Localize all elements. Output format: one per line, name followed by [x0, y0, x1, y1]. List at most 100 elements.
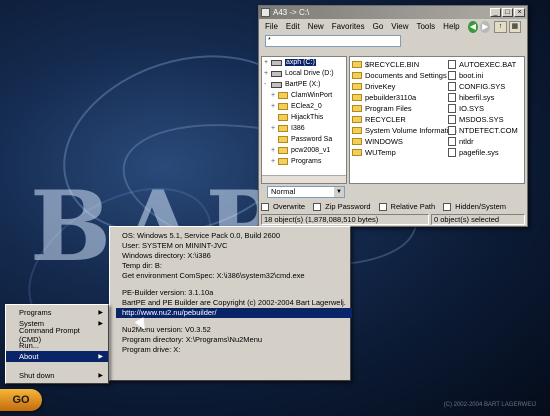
checkbox-label: Hidden/System: [455, 202, 506, 211]
view-mode-select[interactable]: Normal ▼: [267, 186, 345, 198]
program-directory: Program directory: X:\Programs\Nu2Menu: [122, 335, 263, 344]
menu-favorites[interactable]: Favorites: [332, 22, 365, 31]
list-item[interactable]: WINDOWS: [350, 136, 446, 147]
menu-view[interactable]: View: [391, 22, 408, 31]
folder-icon: [278, 158, 288, 165]
expand-icon[interactable]: +: [271, 103, 278, 110]
expand-icon[interactable]: +: [271, 158, 278, 165]
folder-icon: [352, 83, 362, 90]
close-button[interactable]: ×: [514, 8, 525, 17]
maximize-button[interactable]: □: [502, 8, 513, 17]
collapse-icon[interactable]: -: [264, 81, 271, 88]
checkbox-label: Zip Password: [325, 202, 371, 211]
checkbox-box[interactable]: [378, 202, 387, 211]
window-title: A43 -> C:\: [273, 8, 310, 17]
status-object-count: 18 object(s) (1,878,088,510 bytes): [261, 214, 429, 225]
address-input[interactable]: *: [265, 35, 401, 47]
tree-item[interactable]: + I386: [262, 123, 346, 134]
list-item-label: Program Files: [365, 104, 412, 113]
pebuilder-version: PE-Builder version: 3.1.10a: [122, 288, 214, 297]
folder-icon: [278, 114, 288, 121]
list-item[interactable]: RECYCLER: [350, 114, 446, 125]
checkbox-box[interactable]: [443, 202, 452, 211]
list-item[interactable]: $RECYCLE.BIN: [350, 59, 446, 70]
up-folder-icon[interactable]: ↑: [494, 20, 507, 33]
checkbox-box[interactable]: [313, 202, 322, 211]
tree-item[interactable]: + axph (C:): [262, 57, 346, 68]
list-item[interactable]: hiberfil.sys: [446, 92, 522, 103]
menu-go[interactable]: Go: [373, 22, 384, 31]
menu-separator: [6, 362, 108, 370]
tree-horizontal-scrollbar[interactable]: [262, 175, 346, 183]
pebuilder-url-link[interactable]: http://www.nu2.nu/pebuilder/: [116, 308, 352, 318]
address-row: *: [259, 34, 527, 49]
list-item[interactable]: AUTOEXEC.BAT: [446, 59, 522, 70]
menu-tools[interactable]: Tools: [416, 22, 435, 31]
list-item[interactable]: pagefile.sys: [446, 147, 522, 158]
list-item[interactable]: DriveKey: [350, 81, 446, 92]
list-item[interactable]: WUTemp: [350, 147, 446, 158]
list-item[interactable]: pebuilder3110a: [350, 92, 446, 103]
list-item-label: pebuilder3110a: [365, 93, 417, 102]
tree-item[interactable]: - BartPE (X:): [262, 79, 346, 90]
list-item[interactable]: NTDETECT.COM: [446, 125, 522, 136]
tree-item[interactable]: + ClamWinPort: [262, 90, 346, 101]
drive-icon: [271, 59, 282, 66]
expand-icon[interactable]: +: [264, 59, 271, 66]
file-icon: [448, 93, 456, 102]
overwrite-checkbox[interactable]: Overwrite: [261, 202, 305, 211]
zip-password-checkbox[interactable]: Zip Password: [313, 202, 371, 211]
back-arrow-icon[interactable]: ◀: [467, 20, 478, 33]
expand-icon[interactable]: +: [271, 147, 278, 154]
chevron-down-icon[interactable]: ▼: [334, 187, 344, 197]
list-item[interactable]: CONFIG.SYS: [446, 81, 522, 92]
checkbox-box[interactable]: [261, 202, 269, 211]
tree-item[interactable]: + pcw2008_v1: [262, 145, 346, 156]
expand-icon[interactable]: +: [271, 125, 278, 132]
expand-icon[interactable]: +: [264, 70, 271, 77]
menu-edit[interactable]: Edit: [286, 22, 300, 31]
explorer-window: A43 -> C:\ _ □ × File Edit New Favorites…: [258, 5, 528, 227]
menu-item-run[interactable]: Run...: [6, 340, 108, 351]
file-icon: [448, 137, 456, 146]
copyright-text: BartPE and PE Builder are Copyright (c) …: [122, 298, 346, 307]
menu-item-label: Run...: [19, 341, 40, 350]
list-item-label: MSDOS.SYS: [459, 115, 504, 124]
menu-new[interactable]: New: [308, 22, 324, 31]
tree-item[interactable]: HijackThis: [262, 112, 346, 123]
menu-item-programs[interactable]: Programs ▶: [6, 307, 108, 318]
menu-item-command-prompt[interactable]: Command Prompt (CMD): [6, 326, 108, 344]
minimize-button[interactable]: _: [490, 8, 501, 17]
views-icon[interactable]: ▦: [508, 20, 521, 33]
list-item[interactable]: boot.ini: [446, 70, 522, 81]
checkbox-label: Overwrite: [273, 202, 306, 211]
menu-file[interactable]: File: [265, 22, 278, 31]
go-start-button[interactable]: GO: [0, 389, 42, 411]
program-drive: Program drive: X:: [122, 345, 181, 354]
folder-icon: [352, 61, 362, 68]
list-item[interactable]: IO.SYS: [446, 103, 522, 114]
menu-help[interactable]: Help: [443, 22, 459, 31]
list-item[interactable]: Program Files: [350, 103, 446, 114]
tree-item[interactable]: + Local Drive (D:): [262, 68, 346, 79]
file-icon: [448, 126, 456, 135]
menu-item-shutdown[interactable]: Shut down ▶: [6, 370, 108, 381]
list-item[interactable]: Documents and Settings: [350, 70, 447, 81]
folder-icon: [352, 116, 362, 123]
forward-arrow-icon[interactable]: ▶: [479, 20, 491, 33]
list-item[interactable]: System Volume Information: [350, 125, 457, 136]
menu-item-about[interactable]: About ▶: [6, 351, 108, 362]
folder-icon: [278, 147, 288, 154]
tree-item[interactable]: Password Sa: [262, 134, 346, 145]
explorer-titlebar[interactable]: A43 -> C:\ _ □ ×: [259, 6, 527, 19]
list-item-label: $RECYCLE.BIN: [365, 60, 420, 69]
hidden-system-checkbox[interactable]: Hidden/System: [443, 202, 506, 211]
list-item[interactable]: ntldr: [446, 136, 522, 147]
expand-icon[interactable]: +: [271, 92, 278, 99]
list-item[interactable]: MSDOS.SYS: [446, 114, 522, 125]
tree-item[interactable]: + Programs: [262, 156, 346, 167]
user-info: User: SYSTEM on MININT-JVC: [122, 241, 228, 250]
list-item-label: RECYCLER: [365, 115, 406, 124]
relative-path-checkbox[interactable]: Relative Path: [378, 202, 435, 211]
tree-item[interactable]: + EClea2_0: [262, 101, 346, 112]
